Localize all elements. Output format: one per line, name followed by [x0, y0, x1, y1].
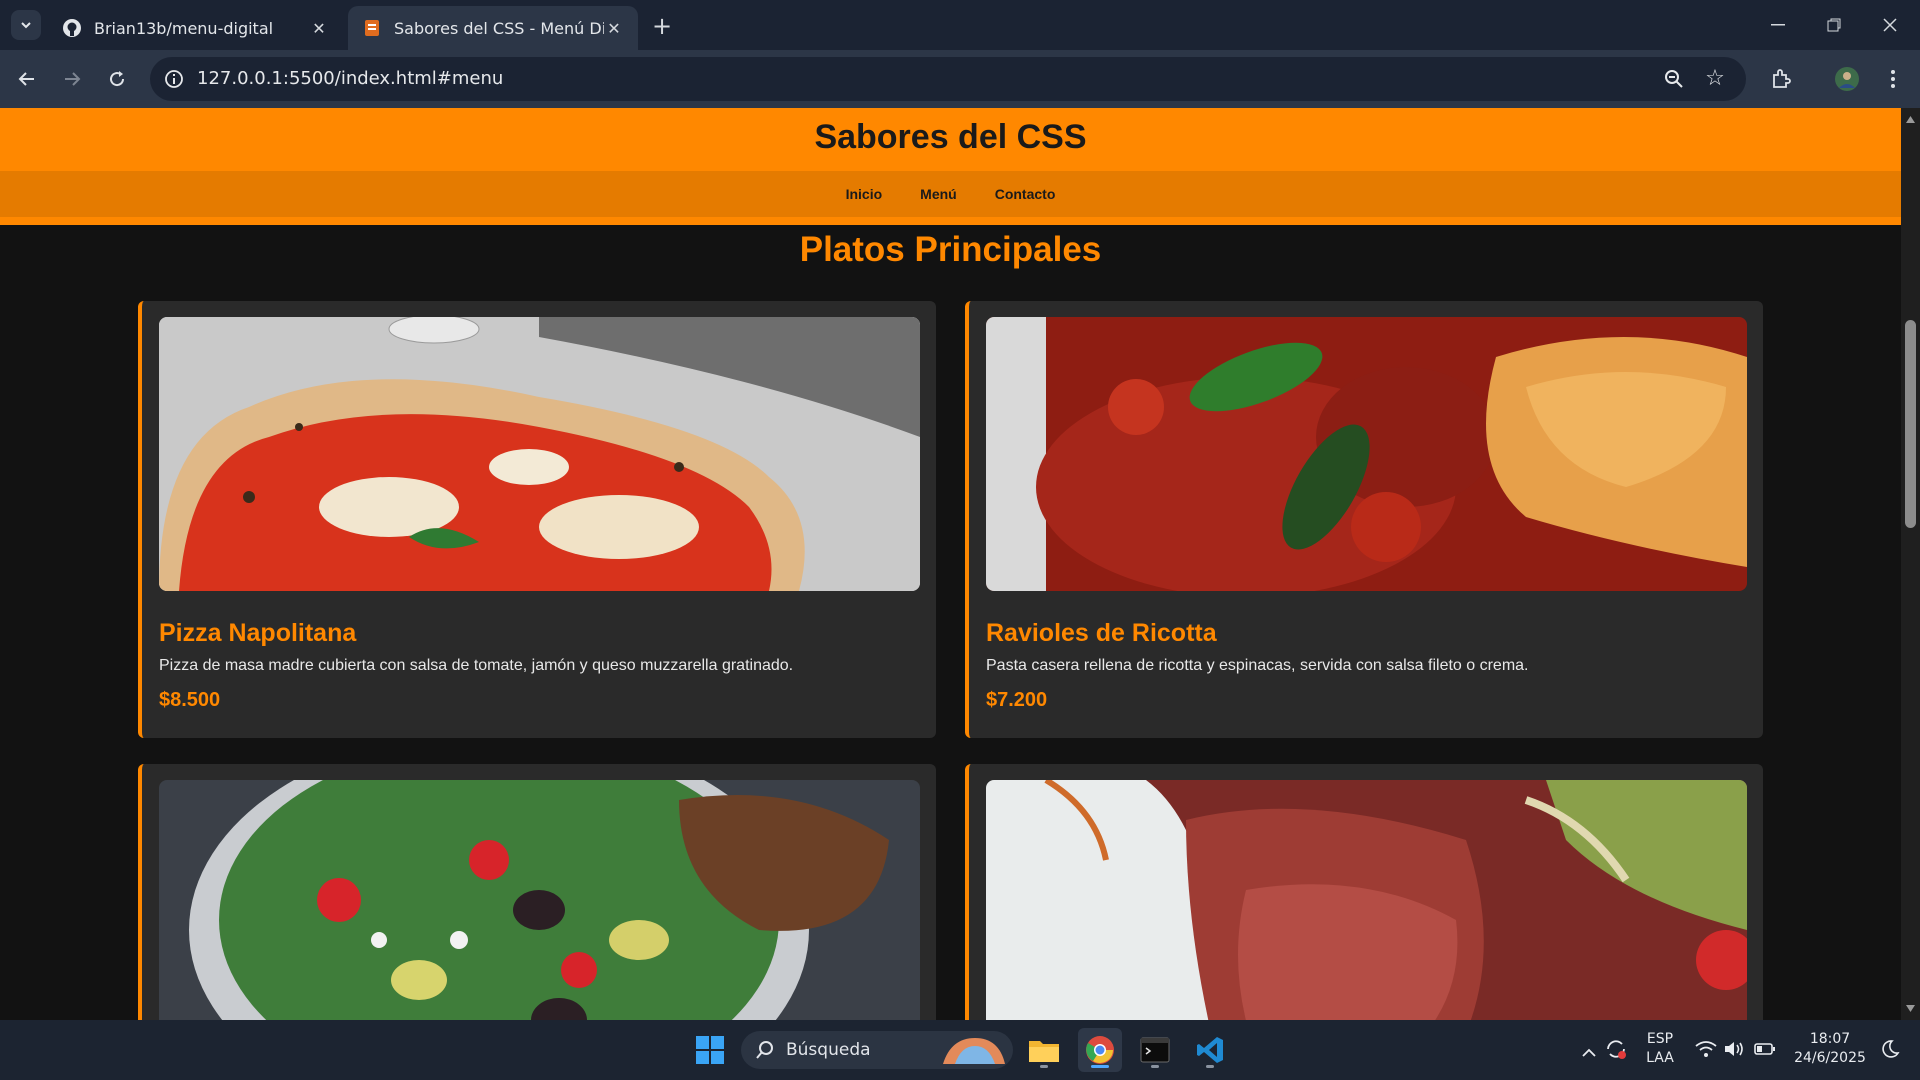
language-indicator[interactable]: ESP LAA — [1640, 1031, 1680, 1066]
nav-link-inicio[interactable]: Inicio — [846, 186, 883, 202]
page-scrollbar[interactable] — [1901, 108, 1920, 1020]
forward-arrow-icon[interactable] — [57, 64, 87, 94]
windows-taskbar: Búsqueda ESP LAA 18:07 24/6/2025 — [0, 1020, 1920, 1080]
taskbar-search[interactable]: Búsqueda — [741, 1031, 1013, 1069]
clock-time: 18:07 — [1809, 1031, 1851, 1047]
scroll-up-icon[interactable] — [1905, 114, 1916, 124]
html-file-icon — [362, 18, 382, 38]
keyboard-layout: LAA — [1646, 1050, 1674, 1066]
dish-price: $7.200 — [986, 689, 1048, 711]
section-title: Platos Principales — [799, 230, 1102, 269]
restore-button[interactable] — [1806, 0, 1862, 50]
dish-name: Pizza Napolitana — [159, 619, 357, 647]
search-highlight-image — [943, 1038, 1005, 1064]
chrome-icon[interactable] — [1078, 1028, 1122, 1072]
ravioli-photo — [986, 317, 1747, 591]
github-icon — [62, 18, 82, 38]
minimize-button[interactable] — [1750, 0, 1806, 50]
search-icon — [756, 1041, 773, 1059]
scroll-down-icon[interactable] — [1905, 1004, 1916, 1014]
site-nav: Inicio Menú Contacto — [0, 171, 1901, 217]
language-code: ESP — [1646, 1031, 1674, 1047]
site-header: Sabores del CSS Inicio Menú Contacto — [0, 108, 1901, 225]
tab-title: Brian13b/menu-digital — [94, 18, 274, 38]
chevron-down-icon — [21, 22, 31, 29]
dish-description: Pizza de masa madre cubierta con salsa d… — [159, 657, 794, 674]
salad-photo — [159, 780, 920, 1020]
nav-link-contacto[interactable]: Contacto — [995, 186, 1056, 202]
dish-price: $8.500 — [159, 689, 221, 711]
close-icon[interactable]: ✕ — [604, 18, 624, 38]
url-text[interactable]: 127.0.0.1:5500/index.html#menu — [197, 57, 503, 101]
terminal-icon[interactable] — [1133, 1028, 1177, 1072]
search-placeholder: Búsqueda — [786, 1040, 871, 1060]
reload-icon[interactable] — [102, 64, 132, 94]
windows-start-icon[interactable] — [688, 1028, 732, 1072]
sync-icon[interactable] — [1604, 1037, 1628, 1061]
close-window-button[interactable] — [1862, 0, 1918, 50]
browser-titlebar: Brian13b/menu-digital ✕ Sabores del CSS … — [0, 0, 1920, 50]
address-bar[interactable]: 127.0.0.1:5500/index.html#menu ☆ — [150, 57, 1746, 101]
tab-menu-digital[interactable]: Sabores del CSS - Menú Digital ✕ — [348, 6, 638, 50]
chevron-up-icon[interactable] — [1574, 1037, 1604, 1067]
back-arrow-icon[interactable] — [12, 64, 42, 94]
dish-card — [965, 764, 1763, 1020]
dish-card: Ravioles de Ricotta Pasta casera rellena… — [965, 301, 1763, 738]
zoom-icon[interactable] — [1662, 67, 1686, 91]
profile-avatar[interactable] — [1832, 64, 1862, 94]
dish-card: Pizza Napolitana Pizza de masa madre cub… — [138, 301, 936, 738]
bookmark-star-icon[interactable]: ☆ — [1702, 65, 1728, 91]
clock-date: 24/6/2025 — [1794, 1050, 1866, 1066]
pizza-photo — [159, 317, 920, 591]
browser-toolbar: 127.0.0.1:5500/index.html#menu ☆ — [0, 50, 1920, 108]
page-viewport: Sabores del CSS Inicio Menú Contacto Pla… — [0, 108, 1901, 1020]
tab-github[interactable]: Brian13b/menu-digital ✕ — [48, 6, 343, 50]
file-explorer-icon[interactable] — [1022, 1028, 1066, 1072]
new-tab-button[interactable]: + — [648, 12, 676, 40]
extensions-icon[interactable] — [1766, 64, 1796, 94]
nav-link-menu[interactable]: Menú — [920, 186, 957, 202]
tab-search-button[interactable] — [11, 10, 41, 40]
tab-title: Sabores del CSS - Menú Digital — [394, 18, 604, 38]
wifi-icon[interactable] — [1695, 1040, 1717, 1058]
scrollbar-thumb[interactable] — [1905, 320, 1916, 528]
focus-moon-icon[interactable] — [1880, 1039, 1902, 1061]
site-title: Sabores del CSS — [814, 118, 1087, 156]
close-icon[interactable]: ✕ — [309, 18, 329, 38]
roast-beef-photo — [986, 780, 1747, 1020]
vscode-icon[interactable] — [1188, 1028, 1232, 1072]
clock[interactable]: 18:07 24/6/2025 — [1790, 1031, 1870, 1066]
dish-card — [138, 764, 936, 1020]
dish-description: Pasta casera rellena de ricotta y espina… — [986, 657, 1529, 674]
more-menu-icon[interactable] — [1878, 64, 1908, 94]
site-info-icon[interactable] — [162, 67, 186, 91]
volume-icon[interactable] — [1723, 1040, 1745, 1058]
dish-name: Ravioles de Ricotta — [986, 619, 1217, 647]
battery-icon[interactable] — [1753, 1040, 1777, 1058]
